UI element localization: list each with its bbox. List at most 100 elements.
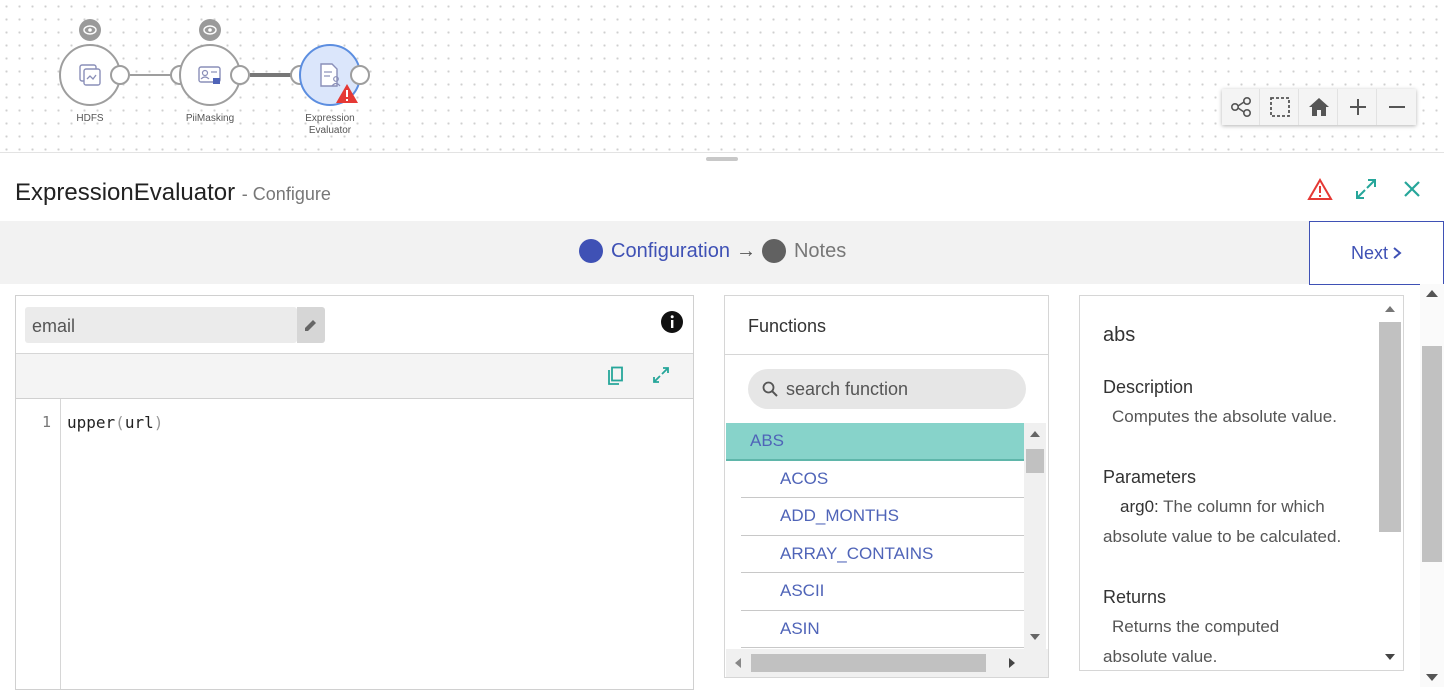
doc-description-heading: Description (1103, 377, 1194, 397)
page-scrollbar[interactable] (1420, 284, 1444, 687)
scroll-right-icon (1009, 658, 1015, 668)
scroll-thumb[interactable] (1026, 449, 1044, 473)
line-gutter (16, 399, 61, 689)
doc-param-name: arg0: (1120, 497, 1159, 516)
scroll-left-icon (735, 658, 741, 668)
scroll-down-icon (1426, 674, 1438, 681)
editor-toolbar (16, 354, 693, 399)
node-label-hdfs: HDFS (76, 113, 104, 124)
step-indicator-inactive (761, 239, 786, 263)
step-arrow: → (735, 239, 756, 262)
share-icon (1230, 97, 1251, 117)
functions-title: Functions (725, 296, 1048, 355)
scroll-down-icon (1030, 634, 1040, 640)
node-label-piimasking: PiiMasking (185, 113, 235, 124)
code-paren: ( (115, 413, 125, 432)
function-doc-panel: abs Description Computes the absolute va… (1079, 295, 1404, 671)
next-button-label: Next (1350, 242, 1388, 263)
scroll-up-icon (1030, 431, 1040, 437)
plus-icon (1349, 99, 1366, 115)
expand-icon[interactable] (652, 366, 670, 384)
canvas-toolbar (1222, 89, 1416, 125)
hscroll-thumb[interactable] (751, 654, 986, 672)
resize-handle[interactable] (706, 157, 738, 161)
page-subtitle: - Configure (241, 184, 331, 204)
expression-editor-panel: email 1 upper(url) (15, 295, 694, 690)
page-title: ExpressionEvaluator - Configure (15, 179, 331, 207)
code-editor[interactable]: 1 upper(url) (16, 399, 693, 689)
info-icon[interactable] (660, 310, 684, 334)
doc-parameters-text: arg0: The column for which absolute valu… (1103, 492, 1363, 552)
copy-icon[interactable] (606, 366, 624, 386)
doc-parameters-heading: Parameters (1103, 467, 1197, 487)
function-item-ascii[interactable]: ASCII (741, 573, 1024, 611)
code-function: upper (67, 413, 116, 432)
doc-function-name: abs (1103, 324, 1136, 346)
functions-panel: Functions search function ABS ACOS ADD_M… (724, 295, 1049, 678)
scroll-up-icon (1385, 306, 1395, 312)
node-label-line: Expression (305, 113, 355, 124)
component-name: ExpressionEvaluator (15, 179, 236, 206)
eye-icon[interactable] (199, 19, 221, 41)
function-item-array-contains[interactable]: ARRAY_CONTAINS (741, 536, 1024, 573)
function-item-add-months[interactable]: ADD_MONTHS (741, 498, 1024, 536)
pencil-icon (305, 320, 316, 331)
zoom-out-button[interactable] (1378, 89, 1416, 125)
field-name-input[interactable]: email (25, 307, 297, 343)
search-box[interactable]: search function (748, 369, 1026, 409)
doc-returns-heading: Returns (1103, 587, 1167, 607)
field-name-row: email (16, 296, 693, 354)
home-button[interactable] (1300, 89, 1338, 125)
next-button[interactable]: Next (1309, 221, 1444, 285)
stepper-bar: Configuration → Notes Next (0, 221, 1444, 285)
scroll-thumb[interactable] (1422, 346, 1442, 562)
search-input[interactable]: search function (786, 379, 908, 400)
selection-icon (1269, 97, 1290, 117)
function-item-asin[interactable]: ASIN (741, 611, 1024, 648)
warning-button[interactable] (1304, 176, 1336, 202)
code-line[interactable]: upper(url) (67, 413, 163, 432)
edit-name-button[interactable] (297, 307, 325, 343)
graph-layout-button[interactable] (1222, 89, 1260, 125)
minus-icon (1389, 106, 1405, 108)
node-label-line: Evaluator (308, 125, 352, 136)
expand-icon (1356, 179, 1376, 199)
hdfs-icon (79, 64, 101, 86)
warning-icon (336, 84, 358, 103)
select-area-button[interactable] (1261, 89, 1299, 125)
scroll-down-icon (1385, 654, 1395, 660)
step-indicator-active (579, 239, 603, 263)
code-paren: ) (153, 413, 164, 432)
home-icon (1308, 98, 1329, 116)
doc-description-text: Computes the absolute value. (1112, 407, 1337, 426)
step-notes[interactable]: Notes (794, 240, 846, 263)
expand-button[interactable] (1350, 176, 1382, 202)
pipeline-canvas[interactable]: HDFS PiiMasking Expression Evaluator (0, 0, 1444, 153)
output-port[interactable] (110, 65, 130, 85)
close-button[interactable] (1396, 176, 1428, 202)
id-card-lock-icon (198, 66, 221, 84)
output-port[interactable] (350, 65, 370, 85)
function-list-scrollbar[interactable] (1024, 423, 1046, 649)
doc-scrollbar[interactable] (1379, 296, 1401, 670)
stepper: Configuration → Notes (579, 239, 846, 263)
scroll-up-icon (1426, 290, 1438, 297)
close-icon (1404, 181, 1420, 197)
node-label-expression-evaluator: Expression Evaluator (285, 113, 375, 137)
code-argument: url (124, 413, 154, 432)
function-list: ABS ACOS ADD_MONTHS ARRAY_CONTAINS ASCII… (726, 423, 1024, 649)
search-icon (762, 381, 778, 397)
chevron-right-icon (1393, 247, 1402, 259)
doc-returns-text: Returns the computed absolute value. (1103, 617, 1280, 666)
warning-icon (1307, 177, 1333, 200)
function-list-hscrollbar[interactable] (726, 649, 1048, 677)
scroll-thumb[interactable] (1379, 322, 1401, 532)
eye-icon[interactable] (79, 19, 101, 41)
function-item-acos[interactable]: ACOS (741, 461, 1024, 498)
line-number: 1 (42, 413, 52, 431)
function-item-abs[interactable]: ABS (726, 423, 1024, 461)
zoom-in-button[interactable] (1339, 89, 1377, 125)
step-configuration[interactable]: Configuration (611, 240, 730, 263)
output-port[interactable] (230, 65, 250, 85)
header-actions (1304, 176, 1428, 202)
